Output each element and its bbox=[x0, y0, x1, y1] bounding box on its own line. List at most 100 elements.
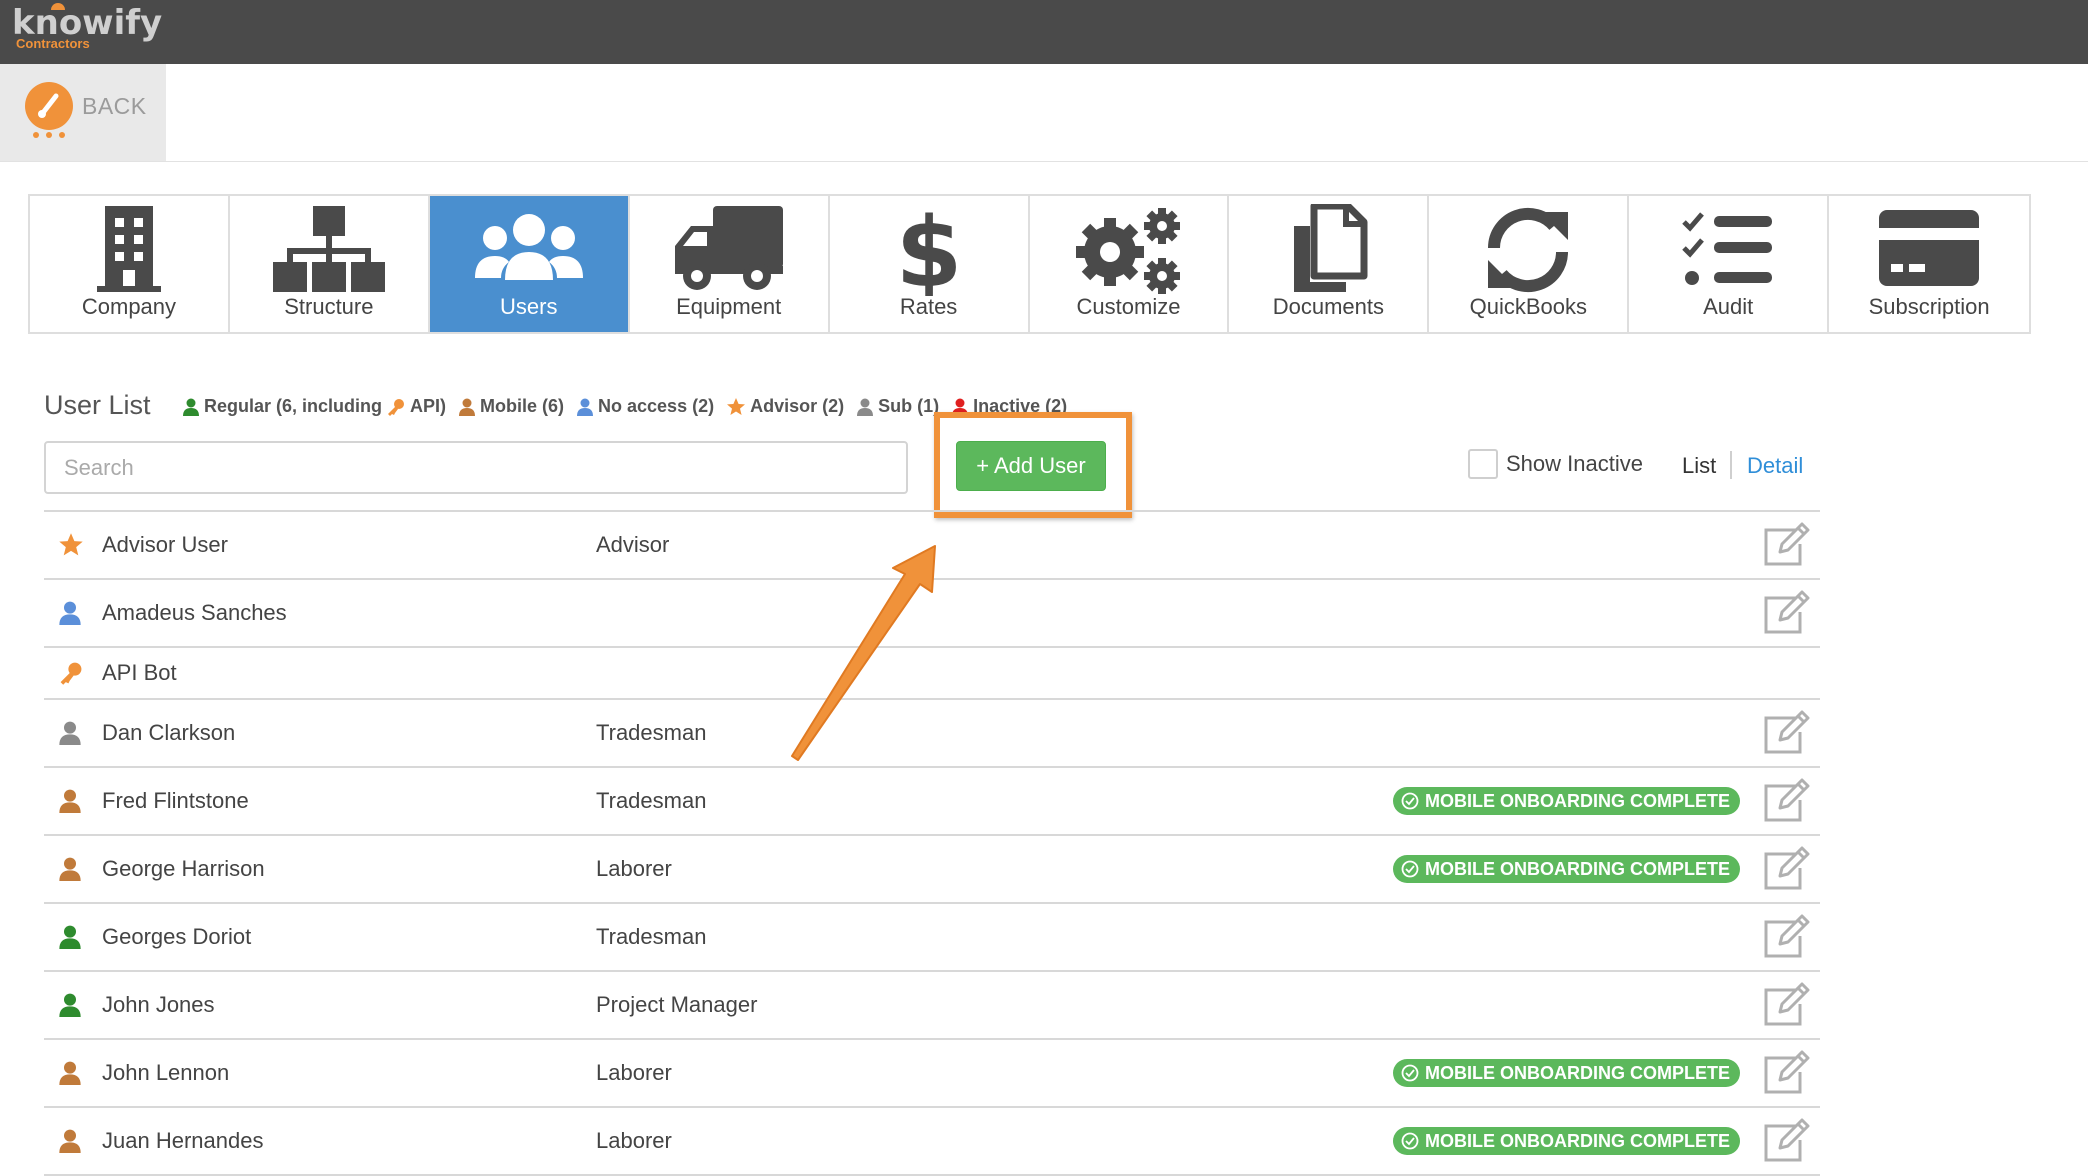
user-type-legend: Regular (6, including API) Mobile (6) No… bbox=[182, 396, 1079, 417]
user-icon bbox=[459, 398, 476, 416]
table-row[interactable]: API Bot bbox=[44, 648, 1820, 700]
onboarding-badge: MOBILE ONBOARDING COMPLETE bbox=[1393, 1059, 1740, 1087]
table-row[interactable]: Georges Doriot Tradesman bbox=[44, 904, 1820, 972]
view-detail-link[interactable]: Detail bbox=[1747, 453, 1803, 479]
user-name[interactable]: John Jones bbox=[102, 992, 215, 1018]
logo-subtitle: Contractors bbox=[16, 36, 90, 51]
show-inactive-label: Show Inactive bbox=[1506, 451, 1643, 476]
user-name[interactable]: George Harrison bbox=[102, 856, 265, 882]
tile-equipment[interactable]: Equipment bbox=[629, 196, 830, 332]
tile-label: Documents bbox=[1272, 294, 1385, 319]
user-icon bbox=[952, 398, 969, 416]
org-chart-icon bbox=[272, 206, 385, 292]
tile-label: Users bbox=[500, 294, 558, 319]
legend-mobile: Mobile (6) bbox=[458, 396, 564, 417]
check-circle-icon bbox=[1401, 1132, 1419, 1150]
user-name[interactable]: Fred Flintstone bbox=[102, 788, 249, 814]
legend-inactive: Inactive (2) bbox=[951, 396, 1067, 417]
table-row[interactable]: Fred Flintstone Tradesman MOBILE ONBOARDIN… bbox=[44, 768, 1820, 836]
edit-icon[interactable] bbox=[1762, 522, 1812, 568]
user-role: Project Manager bbox=[596, 992, 758, 1017]
edit-icon[interactable] bbox=[1762, 778, 1812, 824]
user-name[interactable]: Amadeus Sanches bbox=[102, 600, 287, 626]
edit-icon[interactable] bbox=[1762, 590, 1812, 636]
check-circle-icon bbox=[1401, 792, 1419, 810]
user-role: Tradesman bbox=[596, 788, 707, 813]
tile-quickbooks[interactable]: QuickBooks bbox=[1429, 196, 1630, 332]
user-icon bbox=[577, 398, 594, 416]
view-list-toggle[interactable]: List bbox=[1682, 453, 1716, 479]
tile-audit[interactable]: Audit bbox=[1629, 196, 1830, 332]
onboarding-badge: MOBILE ONBOARDING COMPLETE bbox=[1393, 1127, 1740, 1155]
table-row[interactable]: Juan Hernandes Laborer MOBILE ONBOARDING C… bbox=[44, 1108, 1820, 1176]
legend-no-access: No access (2) bbox=[576, 396, 714, 417]
legend-sub: Sub (1) bbox=[856, 396, 939, 417]
user-icon bbox=[59, 721, 81, 745]
gears-icon bbox=[1076, 208, 1181, 294]
table-row[interactable]: Amadeus Sanches bbox=[44, 580, 1820, 648]
badge-label: MOBILE ONBOARDING COMPLETE bbox=[1425, 1062, 1730, 1083]
tile-label: Structure bbox=[284, 294, 374, 319]
onboarding-badge: MOBILE ONBOARDING COMPLETE bbox=[1393, 787, 1740, 815]
tile-company[interactable]: Company bbox=[30, 196, 230, 332]
key-icon bbox=[60, 662, 82, 685]
page-title: User List bbox=[44, 390, 151, 420]
user-role: Advisor bbox=[596, 532, 670, 557]
edit-icon[interactable] bbox=[1762, 710, 1812, 756]
tile-customize[interactable]: Customize bbox=[1029, 196, 1230, 332]
sync-icon bbox=[1488, 207, 1569, 293]
user-name[interactable]: Georges Doriot bbox=[102, 924, 251, 950]
star-icon bbox=[59, 533, 83, 556]
user-table: Advisor User Advisor Amadeus Sanches API Bo… bbox=[44, 510, 1820, 1176]
user-icon bbox=[59, 1061, 81, 1085]
user-name[interactable]: Advisor User bbox=[102, 532, 228, 558]
user-role: Laborer bbox=[596, 1060, 672, 1085]
user-name[interactable]: API Bot bbox=[102, 660, 177, 686]
search-input[interactable] bbox=[44, 441, 908, 494]
edit-icon[interactable] bbox=[1762, 914, 1812, 960]
user-icon bbox=[857, 398, 874, 416]
check-circle-icon bbox=[1401, 860, 1419, 878]
user-icon bbox=[59, 925, 81, 949]
add-user-button[interactable]: + Add User bbox=[956, 441, 1106, 491]
table-row[interactable]: John Lennon Laborer MOBILE ONBOARDING COMP… bbox=[44, 1040, 1820, 1108]
user-icon bbox=[59, 993, 81, 1017]
user-icon bbox=[59, 1129, 81, 1153]
credit-card-icon bbox=[1879, 210, 1980, 286]
tile-users[interactable]: Users bbox=[429, 196, 630, 332]
legend-regular: Regular (6, including API) bbox=[182, 396, 446, 417]
tile-rates[interactable]: $ Rates bbox=[829, 196, 1030, 332]
user-name[interactable]: John Lennon bbox=[102, 1060, 229, 1086]
table-row[interactable]: George Harrison Laborer MOBILE ONBOARDING … bbox=[44, 836, 1820, 904]
table-row[interactable]: John Jones Project Manager bbox=[44, 972, 1820, 1040]
user-name[interactable]: Juan Hernandes bbox=[102, 1128, 263, 1154]
logo-sun-icon bbox=[51, 3, 65, 10]
edit-icon[interactable] bbox=[1762, 1050, 1812, 1096]
user-name[interactable]: Dan Clarkson bbox=[102, 720, 235, 746]
tile-label: Audit bbox=[1703, 294, 1754, 319]
tile-subscription[interactable]: Subscription bbox=[1829, 196, 2030, 332]
user-icon bbox=[59, 789, 81, 813]
tile-documents[interactable]: Documents bbox=[1229, 196, 1430, 332]
back-label: BACK bbox=[82, 93, 147, 119]
show-inactive-checkbox[interactable] bbox=[1468, 449, 1498, 479]
tile-structure[interactable]: Structure bbox=[229, 196, 430, 332]
user-role: Laborer bbox=[596, 1128, 672, 1153]
table-row[interactable]: Advisor User Advisor bbox=[44, 512, 1820, 580]
knowify-logo[interactable]: knowify Contractors bbox=[12, 2, 162, 51]
user-icon bbox=[183, 398, 199, 416]
users-icon bbox=[474, 214, 583, 280]
check-circle-icon bbox=[1401, 1064, 1419, 1082]
show-inactive-toggle[interactable]: Show Inactive bbox=[1468, 449, 1643, 479]
tile-label: Subscription bbox=[1868, 294, 1990, 319]
badge-label: MOBILE ONBOARDING COMPLETE bbox=[1425, 1130, 1730, 1151]
badge-label: MOBILE ONBOARDING COMPLETE bbox=[1425, 858, 1730, 879]
tile-label: QuickBooks bbox=[1469, 294, 1587, 319]
edit-icon[interactable] bbox=[1762, 846, 1812, 892]
edit-icon[interactable] bbox=[1762, 982, 1812, 1028]
user-icon bbox=[59, 601, 81, 625]
table-row[interactable]: Dan Clarkson Tradesman bbox=[44, 700, 1820, 768]
back-button[interactable]: BACK bbox=[0, 64, 166, 161]
onboarding-badge: MOBILE ONBOARDING COMPLETE bbox=[1393, 855, 1740, 883]
edit-icon[interactable] bbox=[1762, 1118, 1812, 1164]
